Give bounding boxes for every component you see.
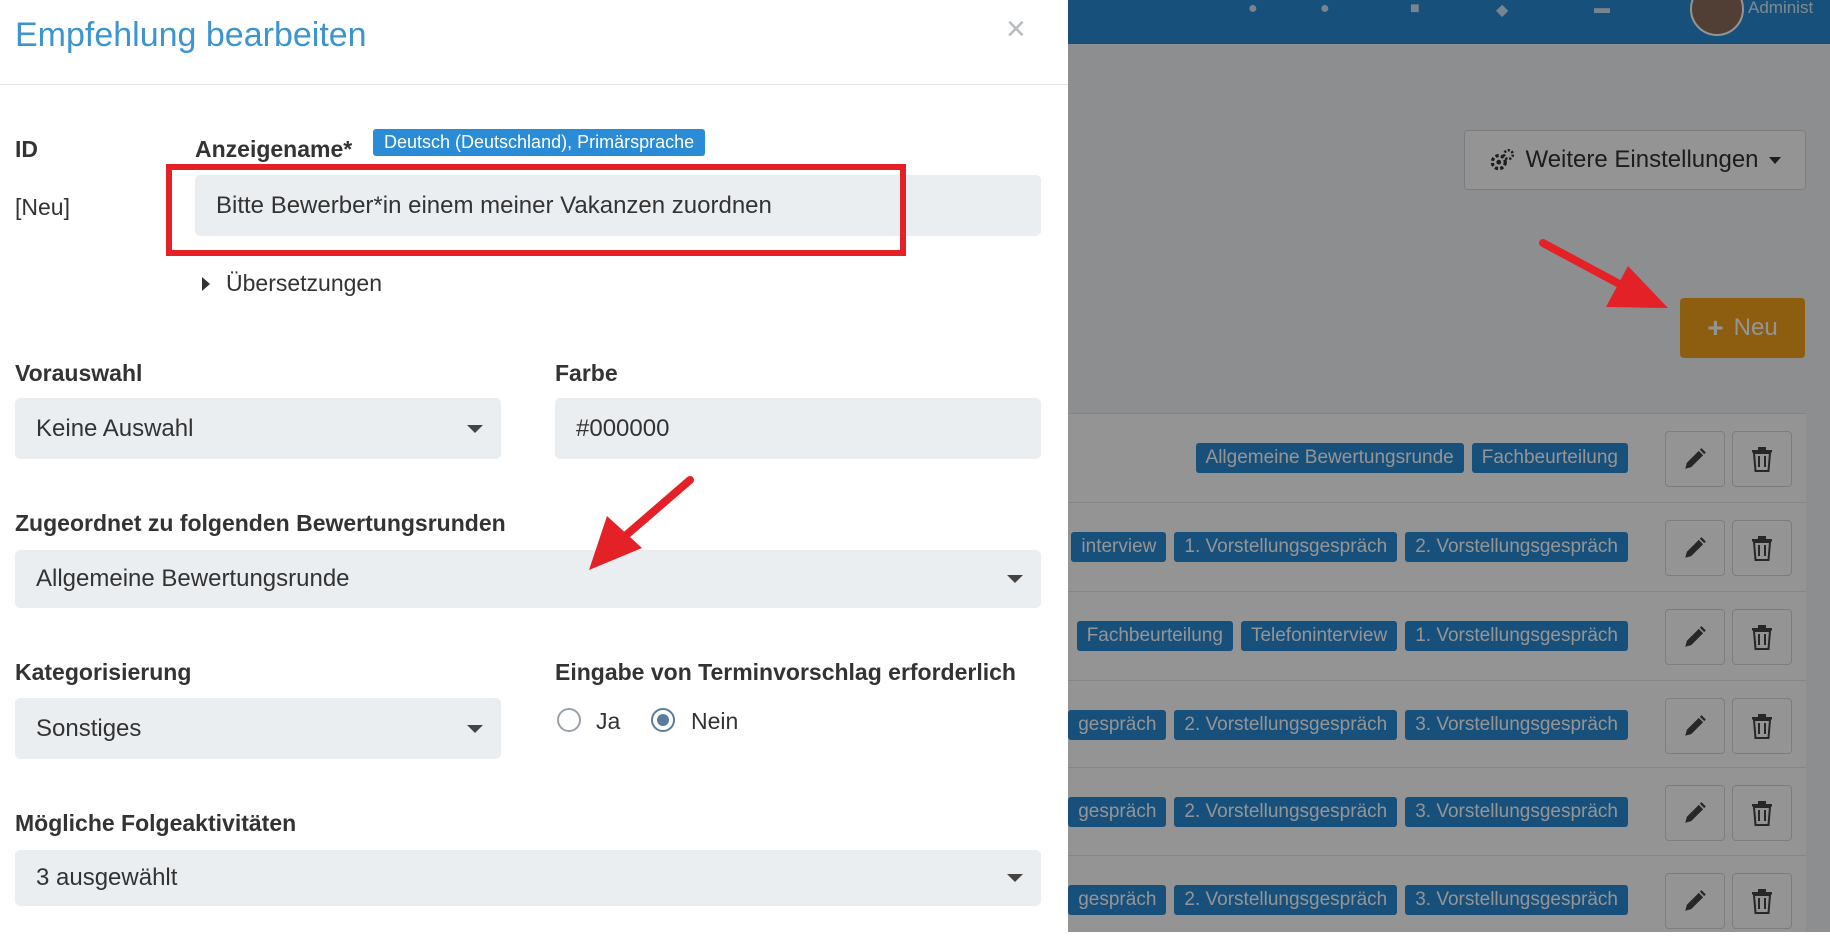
id-value: [Neu]	[15, 194, 70, 220]
chevron-down-icon	[1007, 874, 1023, 882]
chevron-down-icon	[467, 724, 483, 733]
chevron-down-icon	[1007, 575, 1023, 583]
radio-yes[interactable]	[557, 708, 581, 732]
color-value: #000000	[576, 414, 670, 442]
display-name-label: Anzeigename*	[195, 136, 353, 162]
preselection-label: Vorauswahl	[15, 360, 143, 386]
close-icon[interactable]: ×	[1006, 12, 1026, 46]
highlight-box	[166, 164, 906, 256]
language-badge: Deutsch (Deutschland), Primärsprache	[373, 129, 706, 156]
translations-toggle[interactable]: Übersetzungen	[202, 270, 382, 297]
category-select[interactable]: Sonstiges	[15, 698, 501, 759]
appointment-label: Eingabe von Terminvorschlag erforderlich	[555, 659, 1016, 685]
translations-label: Übersetzungen	[226, 270, 382, 296]
chevron-down-icon	[467, 424, 483, 433]
preselection-value: Keine Auswahl	[36, 414, 194, 442]
followups-label: Mögliche Folgeaktivitäten	[15, 810, 297, 836]
preselection-select[interactable]: Keine Auswahl	[15, 398, 501, 459]
followups-value: 3 ausgewählt	[36, 864, 178, 891]
color-input[interactable]: #000000	[555, 398, 1041, 459]
color-label: Farbe	[555, 360, 618, 386]
rounds-value: Allgemeine Bewertungsrunde	[36, 565, 350, 592]
modal-title: Empfehlung bearbeiten	[15, 16, 367, 54]
rounds-select[interactable]: Allgemeine Bewertungsrunde	[15, 550, 1041, 608]
radio-yes-label: Ja	[596, 708, 621, 734]
category-value: Sonstiges	[36, 714, 142, 742]
id-label: ID	[15, 136, 38, 162]
header-divider	[0, 84, 1068, 85]
category-label: Kategorisierung	[15, 659, 192, 685]
followups-select[interactable]: 3 ausgewählt	[15, 850, 1041, 906]
radio-no[interactable]	[651, 708, 675, 732]
radio-no-label: Nein	[691, 708, 739, 734]
caret-right-icon	[202, 276, 210, 291]
edit-recommendation-modal: Empfehlung bearbeiten × ID [Neu] Anzeige…	[0, 0, 1068, 932]
rounds-label: Zugeordnet zu folgenden Bewertungsrunden	[15, 510, 506, 536]
